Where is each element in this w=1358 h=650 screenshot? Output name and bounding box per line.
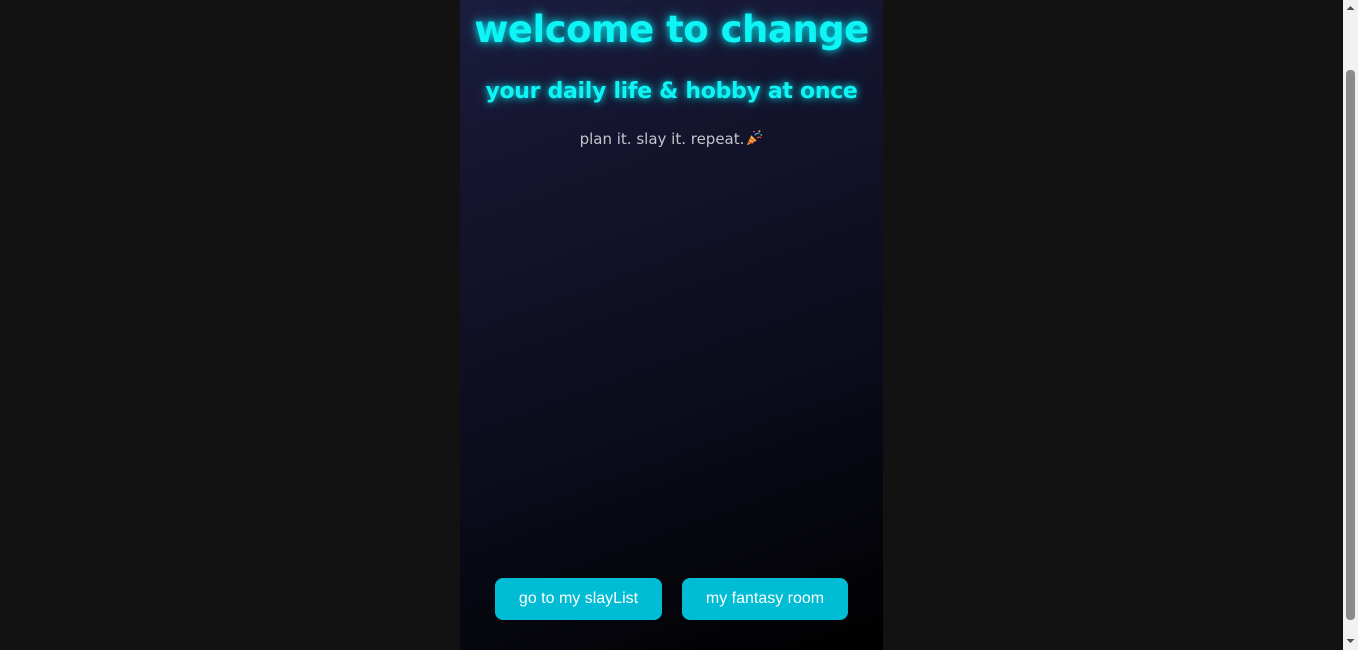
tagline: plan it. slay it. repeat.: [460, 129, 883, 148]
fantasy-room-button[interactable]: my fantasy room: [682, 578, 848, 620]
scroll-up-arrow-icon[interactable]: [1343, 0, 1358, 17]
page-subtitle: your daily life & hobby at once: [485, 79, 858, 104]
tagline-text: plan it. slay it. repeat.: [579, 130, 745, 148]
vertical-scrollbar[interactable]: [1343, 0, 1358, 650]
page-title: welcome to change: [474, 8, 869, 51]
scrollbar-thumb[interactable]: [1346, 70, 1355, 620]
app-panel: welcome to change your daily life & hobb…: [460, 0, 883, 650]
go-to-slaylist-button[interactable]: go to my slayList: [495, 578, 662, 620]
party-popper-icon: [747, 130, 763, 146]
page-background: welcome to change your daily life & hobb…: [0, 0, 1343, 650]
scroll-down-arrow-icon[interactable]: [1343, 633, 1358, 650]
